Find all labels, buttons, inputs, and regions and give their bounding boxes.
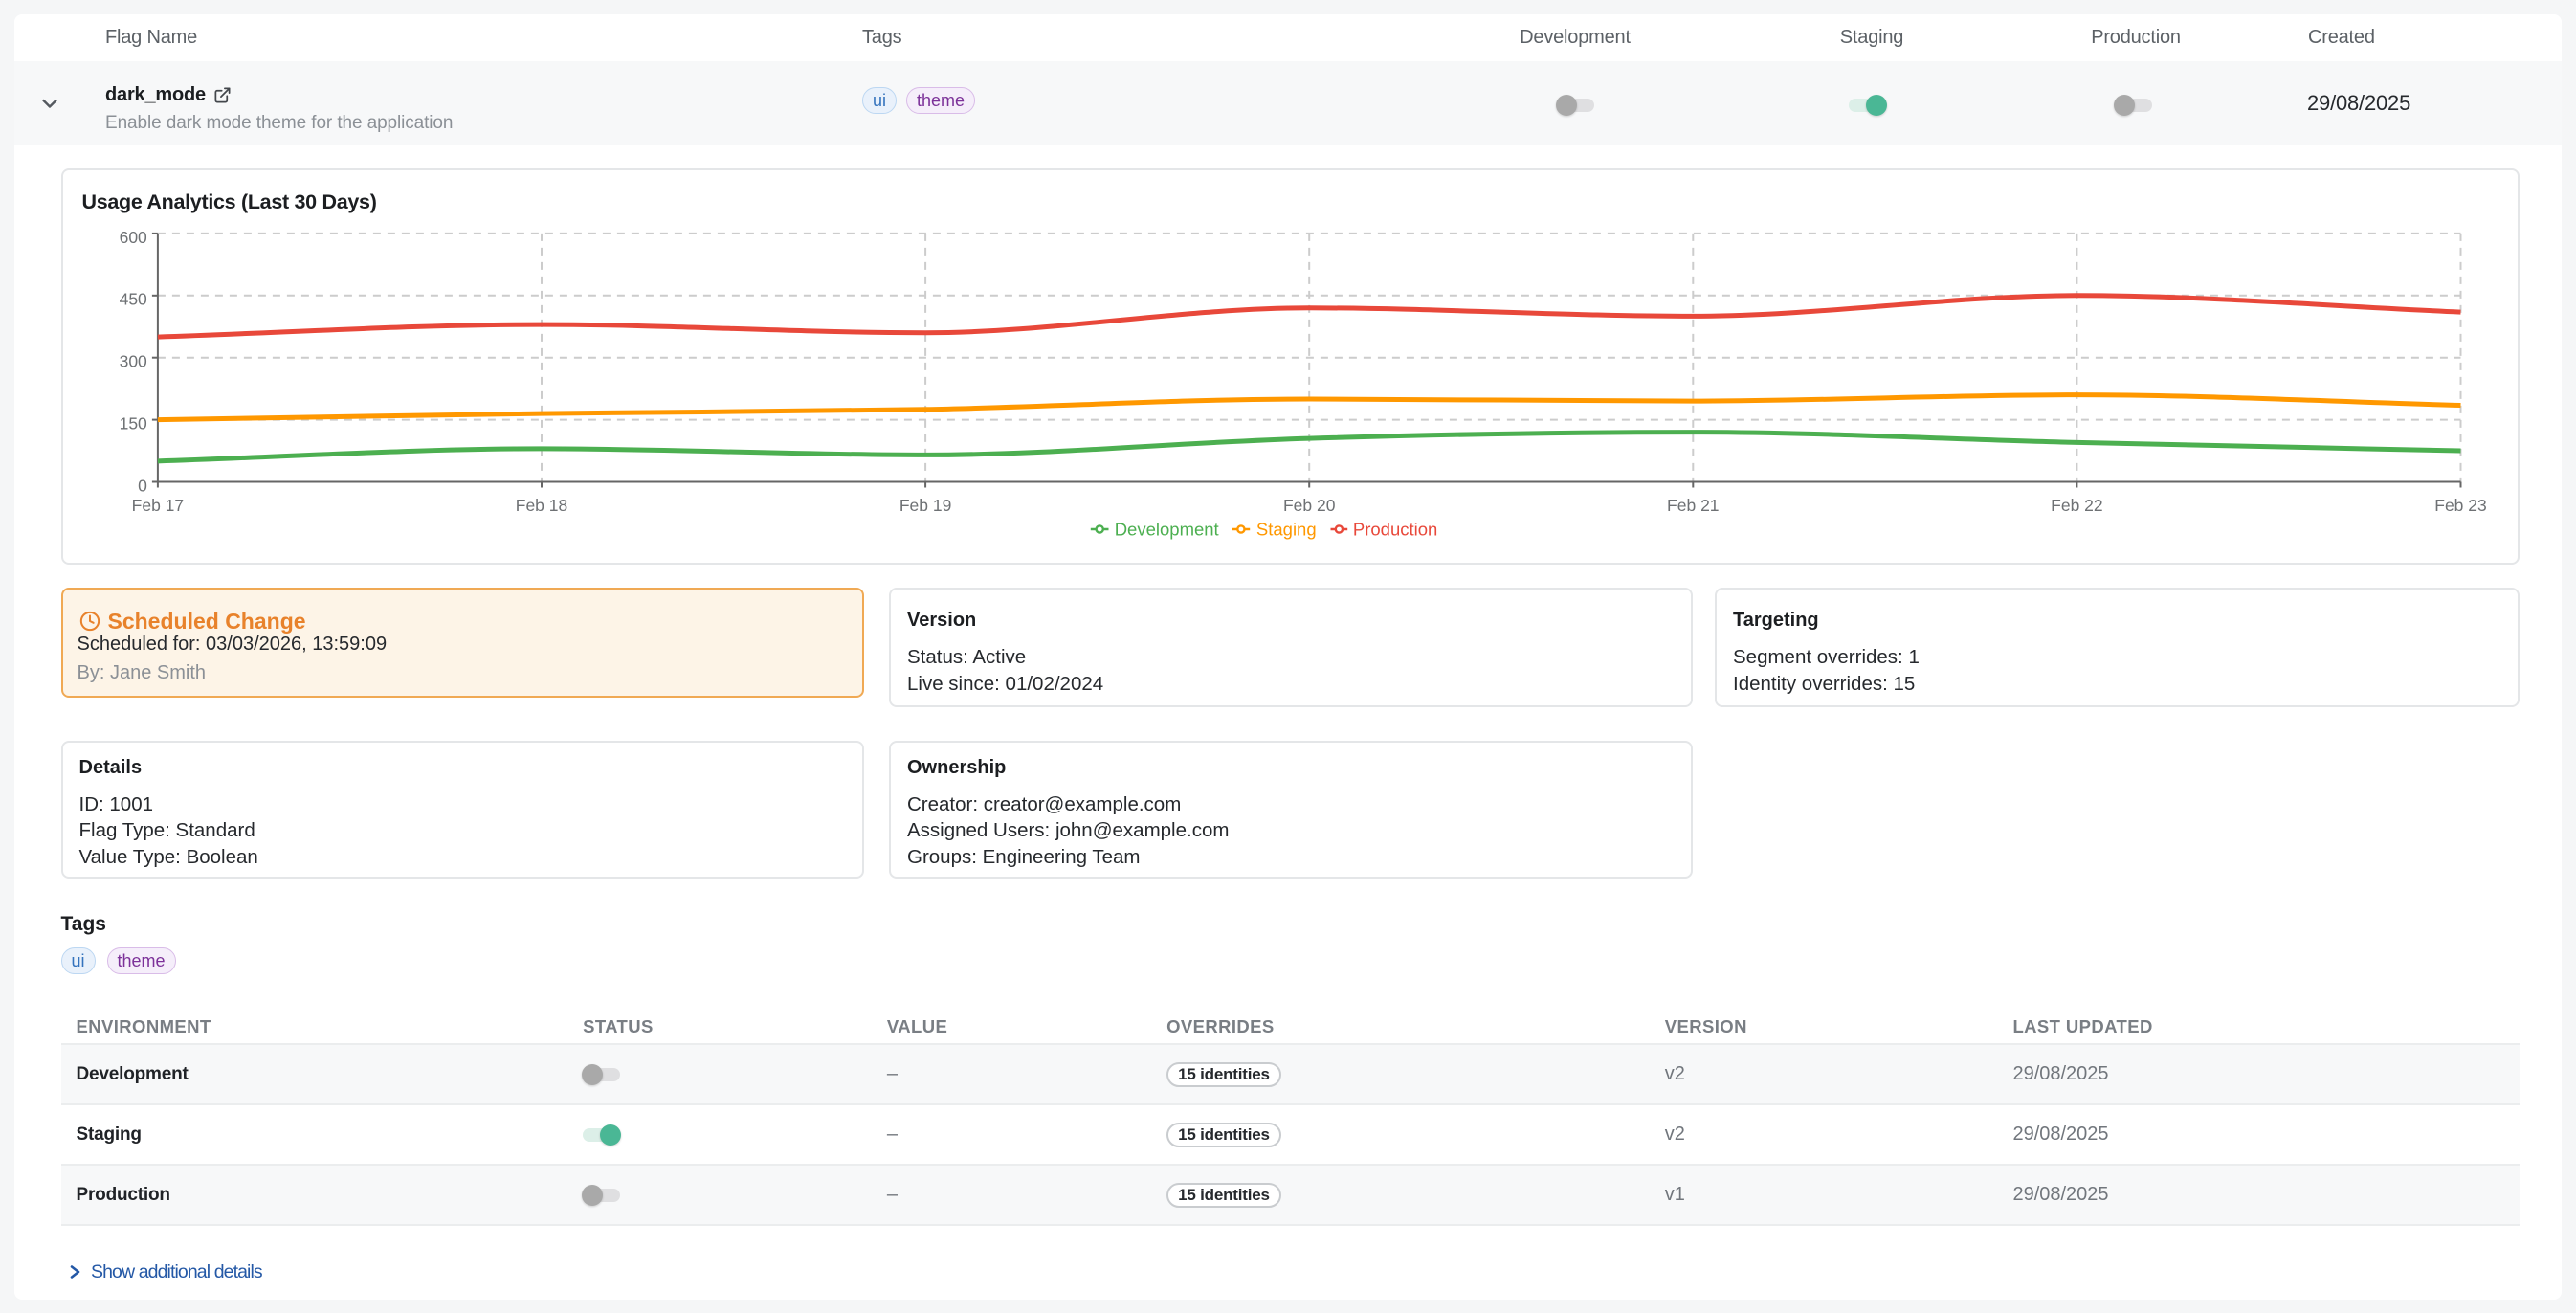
svg-text:0: 0: [138, 476, 147, 495]
svg-text:150: 150: [119, 414, 146, 434]
svg-text:Feb 18: Feb 18: [515, 496, 566, 515]
svg-text:Feb 19: Feb 19: [899, 496, 950, 515]
svg-text:Development: Development: [1114, 520, 1218, 540]
svg-text:Feb 23: Feb 23: [2434, 496, 2486, 515]
svg-text:Feb 20: Feb 20: [1282, 496, 1335, 515]
svg-text:450: 450: [119, 290, 146, 309]
svg-text:Staging: Staging: [1255, 520, 1316, 540]
svg-text:300: 300: [119, 352, 146, 371]
svg-text:Feb 21: Feb 21: [1667, 496, 1719, 515]
svg-text:Production: Production: [1352, 520, 1436, 540]
svg-text:Feb 17: Feb 17: [131, 496, 183, 515]
svg-text:600: 600: [119, 228, 146, 247]
svg-text:Feb 22: Feb 22: [2051, 496, 2102, 515]
